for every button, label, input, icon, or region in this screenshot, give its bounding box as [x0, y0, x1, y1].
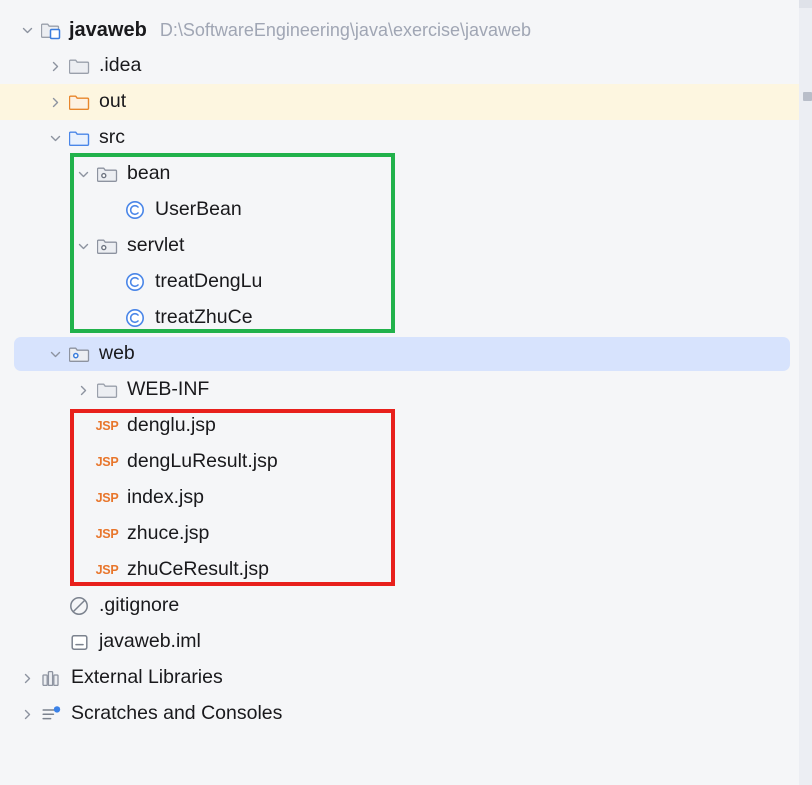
folder-icon: [66, 48, 92, 84]
tree-node-label: .idea: [99, 54, 142, 77]
java-class-icon: [122, 300, 148, 336]
tree-row[interactable]: JSP index.jsp: [0, 480, 812, 516]
chevron-down-icon[interactable]: [16, 12, 38, 48]
tree-row[interactable]: treatDengLu: [0, 264, 812, 300]
project-tree-panel[interactable]: javaweb D:\SoftwareEngineering\java\exerc…: [0, 0, 812, 785]
scrollbar-marker: [803, 92, 812, 101]
tree-row[interactable]: Scratches and Consoles: [0, 696, 812, 732]
folder-icon: [94, 372, 120, 408]
tree-node-label: External Libraries: [71, 666, 223, 689]
tree-node-label: index.jsp: [127, 486, 204, 509]
chevron-down-icon[interactable]: [72, 156, 94, 192]
tree-node-label: denglu.jsp: [127, 414, 216, 437]
tree-node-label: WEB-INF: [127, 378, 210, 401]
iml-file-icon: [66, 624, 92, 660]
chevron-down-icon[interactable]: [44, 120, 66, 156]
tree-row[interactable]: .gitignore: [0, 588, 812, 624]
tree-row[interactable]: src: [0, 120, 812, 156]
tree-row[interactable]: javaweb D:\SoftwareEngineering\java\exerc…: [0, 12, 812, 48]
scratches-icon: [38, 696, 64, 732]
tree-node-label: Scratches and Consoles: [71, 702, 283, 725]
tree-row[interactable]: UserBean: [0, 192, 812, 228]
tree-row[interactable]: WEB-INF: [0, 372, 812, 408]
tree-row[interactable]: .idea: [0, 48, 812, 84]
jsp-icon: JSP: [95, 563, 119, 577]
tree-node-label: bean: [127, 162, 171, 185]
chevron-down-icon[interactable]: [44, 336, 66, 372]
module-folder-icon: [38, 12, 64, 48]
tree-row[interactable]: JSP zhuce.jsp: [0, 516, 812, 552]
tree-node-label: out: [99, 90, 127, 113]
tree-row[interactable]: out: [0, 84, 812, 120]
tree-node-label: javaweb.iml: [99, 630, 201, 653]
tree-row[interactable]: JSP zhuCeResult.jsp: [0, 552, 812, 588]
project-tree-rows: javaweb D:\SoftwareEngineering\java\exerc…: [0, 12, 812, 732]
tree-node-label: treatDengLu: [155, 270, 263, 293]
tree-node-label: .gitignore: [99, 594, 180, 617]
tree-row[interactable]: JSP denglu.jsp: [0, 408, 812, 444]
vertical-scrollbar-thumb[interactable]: [799, 0, 812, 8]
java-class-icon: [122, 264, 148, 300]
chevron-right-icon[interactable]: [16, 696, 38, 732]
tree-row[interactable]: treatZhuCe: [0, 300, 812, 336]
source-folder-icon: [66, 120, 92, 156]
tree-row[interactable]: External Libraries: [0, 660, 812, 696]
jsp-icon: JSP: [95, 419, 119, 433]
tree-row[interactable]: javaweb.iml: [0, 624, 812, 660]
tree-node-label: dengLuResult.jsp: [127, 450, 278, 473]
tree-node-label: javaweb: [69, 19, 147, 41]
jsp-icon: JSP: [95, 455, 119, 469]
tree-row[interactable]: bean: [0, 156, 812, 192]
jsp-icon: JSP: [95, 491, 119, 505]
chevron-right-icon[interactable]: [44, 84, 66, 120]
jsp-icon: JSP: [95, 527, 119, 541]
gitignore-icon: [66, 588, 92, 624]
chevron-down-icon[interactable]: [72, 228, 94, 264]
chevron-right-icon[interactable]: [16, 660, 38, 696]
tree-node-label: UserBean: [155, 198, 242, 221]
tree-node-label: servlet: [127, 234, 185, 257]
tree-node-label: treatZhuCe: [155, 306, 253, 329]
package-icon: [94, 228, 120, 264]
package-icon: [94, 156, 120, 192]
tree-node-label: zhuCeResult.jsp: [127, 558, 269, 581]
tree-row[interactable]: web: [0, 336, 812, 372]
external-libraries-icon: [38, 660, 64, 696]
tree-node-label: zhuce.jsp: [127, 522, 210, 545]
project-path-hint: D:\SoftwareEngineering\java\exercise\jav…: [159, 20, 532, 40]
web-resource-folder-icon: [66, 336, 92, 372]
java-class-icon: [122, 192, 148, 228]
tree-row[interactable]: JSP dengLuResult.jsp: [0, 444, 812, 480]
chevron-right-icon[interactable]: [72, 372, 94, 408]
folder-orange-icon: [66, 84, 92, 120]
tree-node-label: src: [99, 126, 125, 149]
chevron-right-icon[interactable]: [44, 48, 66, 84]
tree-row[interactable]: servlet: [0, 228, 812, 264]
tree-node-label: web: [99, 342, 135, 365]
vertical-scrollbar-track[interactable]: [799, 0, 812, 785]
